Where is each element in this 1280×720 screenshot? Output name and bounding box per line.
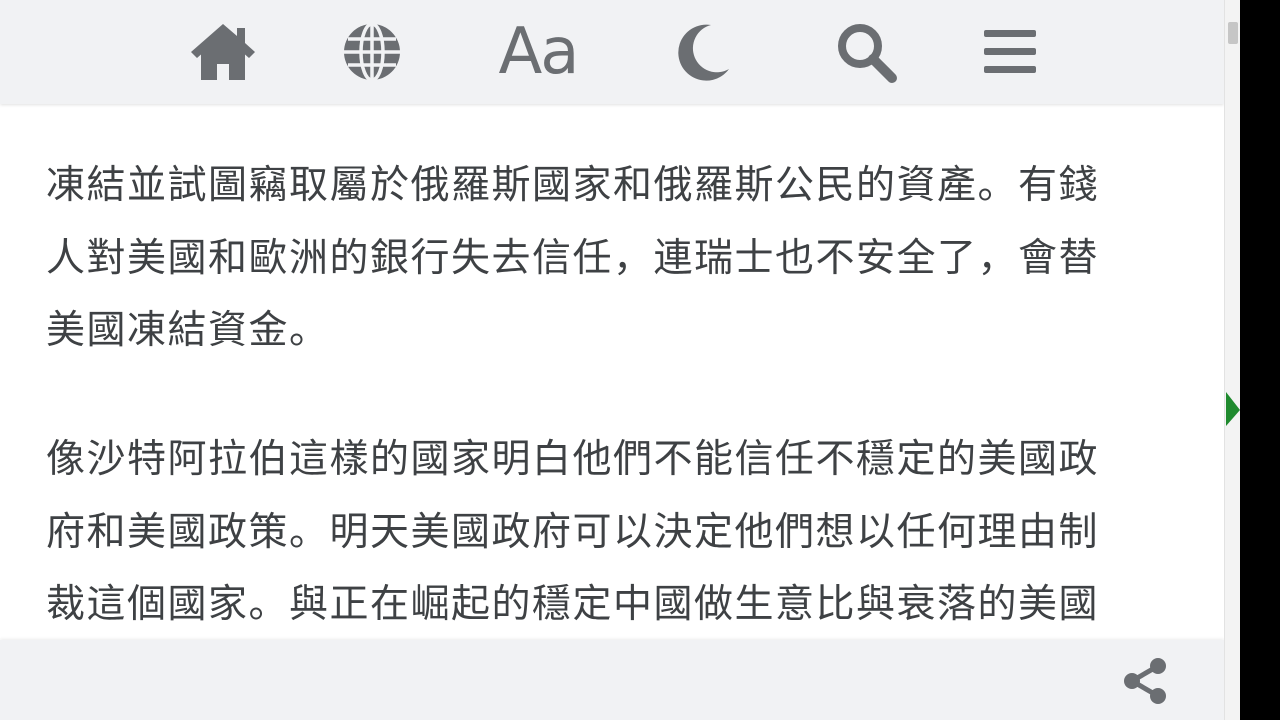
- share-button[interactable]: [1118, 654, 1172, 708]
- home-button[interactable]: [185, 14, 261, 90]
- article-paragraph: 像沙特阿拉伯這樣的國家明白他們不能信任不穩定的美國政 府和美國政策。明天美國政府…: [46, 437, 1100, 627]
- moon-icon: [678, 24, 729, 81]
- reader-app: Aa 凍結並試圖竊取屬於俄羅斯國家和俄羅斯公民的資產。有錢 人對美國和歐洲的銀行…: [0, 0, 1224, 720]
- font-size-button[interactable]: Aa: [488, 14, 588, 90]
- article-paragraph: 凍結並試圖竊取屬於俄羅斯國家和俄羅斯公民的資產。有錢 人對美國和歐洲的銀行失去信…: [46, 163, 1100, 353]
- hamburger-menu-icon: [984, 30, 1036, 73]
- share-icon: [1124, 658, 1166, 704]
- language-button[interactable]: [334, 14, 410, 90]
- menu-button[interactable]: [972, 14, 1048, 90]
- font-size-label: Aa: [498, 15, 580, 89]
- scrollbar-thumb[interactable]: [1228, 22, 1238, 44]
- article-content: 凍結並試圖竊取屬於俄羅斯國家和俄羅斯公民的資產。有錢 人對美國和歐洲的銀行失去信…: [0, 104, 1224, 640]
- bottom-toolbar: [0, 640, 1224, 720]
- search-button[interactable]: [828, 14, 904, 90]
- globe-icon: [344, 22, 400, 82]
- dark-mode-button[interactable]: [664, 14, 740, 90]
- top-toolbar: Aa: [0, 0, 1224, 104]
- mouse-cursor-icon: [1226, 392, 1240, 426]
- home-icon: [191, 24, 255, 80]
- search-icon: [838, 24, 897, 83]
- vertical-scrollbar[interactable]: [1224, 0, 1240, 720]
